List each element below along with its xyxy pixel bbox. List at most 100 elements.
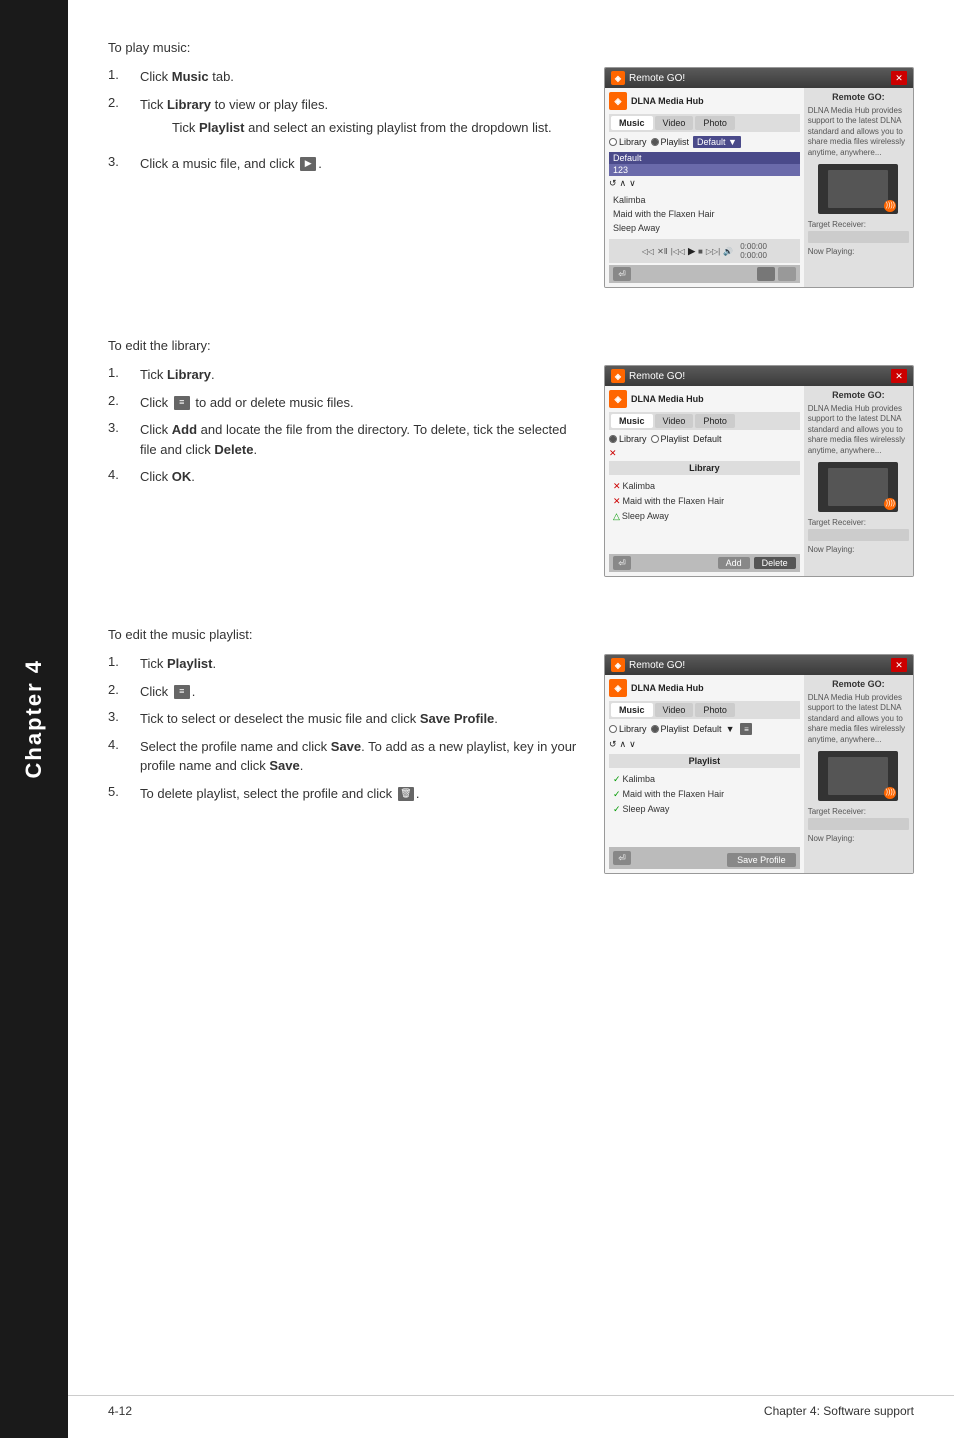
section1-content: 1. Click Music tab. 2. Tick Library to v… [108, 67, 914, 288]
tab-video-2[interactable]: Video [655, 414, 694, 428]
mockup3-right: Remote GO: DLNA Media Hub provides suppo… [804, 675, 913, 873]
tab-video[interactable]: Video [655, 116, 694, 130]
page-number: 4-12 [108, 1404, 132, 1418]
playlist-radio-2[interactable]: Playlist [651, 434, 690, 444]
receiver-box-2 [808, 529, 909, 541]
dropdown-arrow-3[interactable]: ▼ [726, 724, 735, 734]
section3-content: 1. Tick Playlist. 2. Click ≡. 3. Tick to… [108, 654, 914, 874]
x-icon: ✕ [609, 448, 617, 459]
section2-list: 1. Tick Library. 2. Click ≡ to add or de… [108, 365, 584, 487]
grid-icon[interactable] [757, 267, 775, 281]
tab-photo-3[interactable]: Photo [695, 703, 735, 717]
mockup3-controls: Library Playlist Default ▼ ≡ [609, 723, 800, 735]
close-button-3[interactable]: ✕ [891, 658, 907, 672]
list-icon[interactable] [778, 267, 796, 281]
playlist-heading: Playlist [609, 754, 800, 768]
close-button-2[interactable]: ✕ [891, 369, 907, 383]
mockup1-title: Remote GO! [629, 73, 685, 84]
refresh-icon[interactable]: ↺ [609, 178, 617, 189]
delete-icon-row: ✕ [609, 448, 800, 459]
tab-music[interactable]: Music [611, 116, 653, 130]
section-edit-playlist: To edit the music playlist: 1. Tick Play… [108, 627, 914, 874]
trash-icon[interactable]: 🗑 [398, 787, 414, 801]
library-radio-dot-3 [609, 725, 617, 733]
delete-button[interactable]: Delete [754, 557, 796, 569]
song-kalimba[interactable]: Kalimba [609, 193, 800, 207]
tv-image-3: )))) [818, 751, 898, 801]
step3-1: 1. Tick Playlist. [108, 654, 584, 674]
tab-photo[interactable]: Photo [695, 116, 735, 130]
song-sleep-3[interactable]: ✓Sleep Away [609, 802, 800, 817]
tab-music-3[interactable]: Music [611, 703, 653, 717]
song-maid-2[interactable]: ✕Maid with the Flaxen Hair [609, 494, 800, 509]
edit-icon-2[interactable]: ≡ [174, 396, 190, 410]
tv-image: )))) [818, 164, 898, 214]
library-radio-dot [609, 138, 617, 146]
library-radio[interactable]: Library [609, 137, 647, 147]
right-desc-3: DLNA Media Hub provides support to the l… [808, 693, 909, 745]
edit-icon-3[interactable]: ≡ [174, 685, 190, 699]
section3-title: To edit the music playlist: [108, 627, 914, 642]
refresh-icon-3[interactable]: ↺ [609, 739, 617, 750]
tab-video-3[interactable]: Video [655, 703, 694, 717]
receiver-label-3: Target Receiver: [808, 807, 909, 816]
now-playing-label: Now Playing: [808, 247, 909, 256]
playlist-radio[interactable]: Playlist [651, 137, 690, 147]
dlna-icon-2: ◈ [609, 390, 627, 408]
dropdown-123[interactable]: 123 [609, 164, 800, 176]
down-icon[interactable]: ∨ [629, 178, 636, 189]
song-maid[interactable]: Maid with the Flaxen Hair [609, 207, 800, 221]
dropdown-label-2: Default [693, 434, 722, 444]
close-button[interactable]: ✕ [891, 71, 907, 85]
mockup1-tabs: Music Video Photo [609, 114, 800, 132]
receiver-box-3 [808, 818, 909, 830]
library-radio-2[interactable]: Library [609, 434, 647, 444]
playlist-radio-3[interactable]: Playlist [651, 724, 690, 734]
tv-screen-2 [828, 468, 888, 506]
dropdown-default[interactable]: Default [609, 152, 800, 164]
tv-image-2: )))) [818, 462, 898, 512]
mockup2-tabs: Music Video Photo [609, 412, 800, 430]
edit-playlist-icon[interactable]: ≡ [740, 723, 752, 735]
add-button[interactable]: Add [718, 557, 750, 569]
up-icon-3[interactable]: ∧ [620, 739, 627, 750]
library-radio-3[interactable]: Library [609, 724, 647, 734]
back-button-3[interactable]: ⏎ [613, 851, 631, 865]
mockup2-controls: Library Playlist Default [609, 434, 800, 444]
back-button-2[interactable]: ⏎ [613, 556, 631, 570]
section1-title: To play music: [108, 40, 914, 55]
back-button[interactable]: ⏎ [613, 267, 631, 281]
main-content: To play music: 1. Click Music tab. 2. Ti… [68, 0, 954, 1438]
mockup2-title: Remote GO! [629, 371, 685, 382]
wifi-indicator: )))) [884, 200, 896, 212]
mockup1-titlebar: ◈ Remote GO! ✕ [605, 68, 913, 88]
up-icon[interactable]: ∧ [620, 178, 627, 189]
now-playing-label-2: Now Playing: [808, 545, 909, 554]
section2-screenshot: ◈ Remote GO! ✕ ◈ DLNA Media Hub M [604, 365, 914, 577]
save-profile-button[interactable]: Save Profile [727, 853, 796, 867]
song-sleep[interactable]: Sleep Away [609, 221, 800, 235]
section1-screenshot: ◈ Remote GO! ✕ ◈ DLNA Media Hub [604, 67, 914, 288]
tab-photo-2[interactable]: Photo [695, 414, 735, 428]
song-maid-3[interactable]: ✓Maid with the Flaxen Hair [609, 787, 800, 802]
section-play-music: To play music: 1. Click Music tab. 2. Ti… [108, 40, 914, 288]
tab-music-2[interactable]: Music [611, 414, 653, 428]
right-title-3: Remote GO: [808, 679, 909, 689]
song-kalimba-3[interactable]: ✓Kalimba [609, 772, 800, 787]
control-icons: ↺ ∧ ∨ [609, 178, 800, 189]
playlist-dropdown[interactable]: Default ▼ [693, 136, 741, 148]
mockup3-tabs: Music Video Photo [609, 701, 800, 719]
dropdown-label-3: Default [693, 724, 722, 734]
step1-3: 3. Click a music file, and click ▶. [108, 154, 584, 174]
mockup3-titlebar: ◈ Remote GO! ✕ [605, 655, 913, 675]
chapter-footer-label: Chapter 4: Software support [764, 1404, 914, 1418]
down-icon-3[interactable]: ∨ [629, 739, 636, 750]
song-sleep-2[interactable]: △Sleep Away [609, 509, 800, 524]
wifi-indicator-3: )))) [884, 787, 896, 799]
mockup1-controls: Library Playlist Default ▼ [609, 136, 800, 148]
app-icon: ◈ [611, 71, 625, 85]
play-button[interactable]: ▶ [688, 246, 695, 257]
song-kalimba-2[interactable]: ✕Kalimba [609, 479, 800, 494]
step2-3: 3. Click Add and locate the file from th… [108, 420, 584, 459]
right-title: Remote GO: [808, 92, 909, 102]
